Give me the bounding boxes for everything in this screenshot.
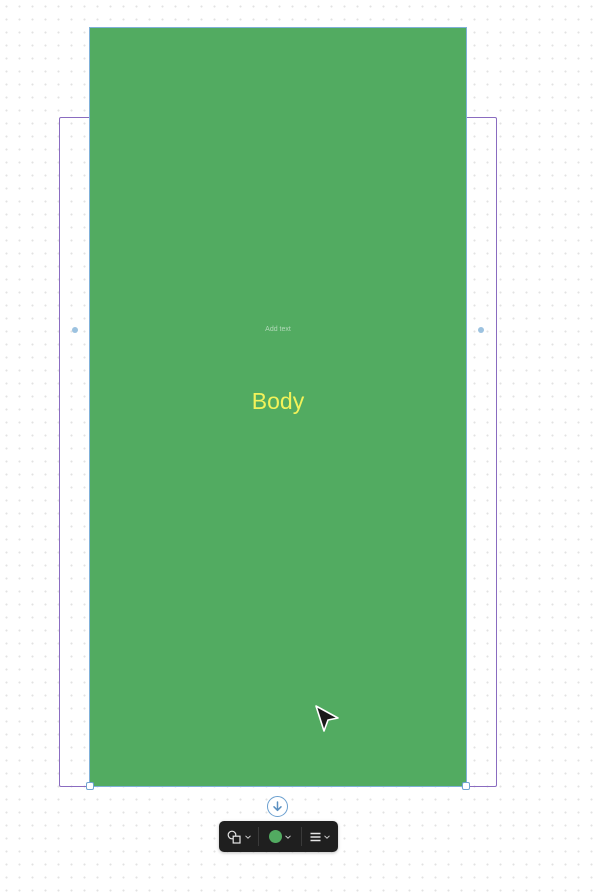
frame-right-connection-dot[interactable]: [478, 327, 484, 333]
add-connector-button[interactable]: [267, 796, 288, 817]
resize-handle-bottom-right[interactable]: [462, 782, 470, 790]
fill-color-button[interactable]: [259, 821, 300, 852]
shape-type-button[interactable]: [219, 821, 258, 852]
shape-label[interactable]: Body: [90, 388, 466, 415]
body-shape[interactable]: Add text Body: [90, 28, 466, 786]
frame-left-connection-dot[interactable]: [72, 327, 78, 333]
resize-handle-bottom-left[interactable]: [86, 782, 94, 790]
chevron-down-icon: [244, 834, 251, 839]
text-align-button[interactable]: [302, 821, 338, 852]
color-swatch-icon: [268, 830, 282, 843]
align-lines-icon: [310, 832, 321, 841]
context-toolbar: [219, 821, 338, 852]
arrow-pointer-icon: [315, 705, 339, 732]
arrow-down-icon: [273, 801, 282, 812]
add-text-placeholder[interactable]: Add text: [90, 326, 466, 333]
chevron-down-icon: [323, 834, 330, 839]
shapes-icon: [227, 830, 241, 844]
chevron-down-icon: [285, 834, 291, 839]
